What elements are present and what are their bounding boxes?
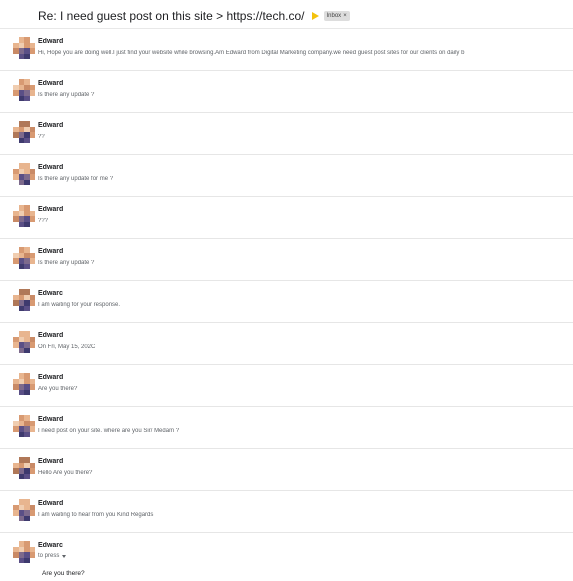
sender-name: Edward bbox=[38, 164, 64, 171]
avatar bbox=[13, 79, 35, 101]
message-snippet: Is there any update ? bbox=[38, 260, 95, 266]
message-snippet: I need post on your site. where are you … bbox=[38, 428, 180, 434]
sender-name: Edward bbox=[38, 458, 64, 465]
avatar bbox=[13, 37, 35, 59]
avatar bbox=[13, 163, 35, 185]
recipient-row: to press bbox=[38, 553, 67, 559]
sender-name: Edwarc bbox=[38, 542, 63, 549]
avatar bbox=[13, 415, 35, 437]
sender-name: Edwarc bbox=[38, 290, 63, 297]
remove-label-icon[interactable]: × bbox=[343, 12, 347, 20]
avatar bbox=[13, 373, 35, 395]
message-snippet: ?? bbox=[38, 134, 45, 140]
collapsed-message[interactable]: Edward Is there any update for me ? bbox=[0, 155, 573, 197]
email-subject: Re: I need guest post on this site > htt… bbox=[38, 9, 305, 23]
avatar bbox=[13, 121, 35, 143]
collapsed-message[interactable]: Edward I am waiting to hear from you Kin… bbox=[0, 491, 573, 533]
avatar bbox=[13, 331, 35, 353]
collapsed-message[interactable]: Edward Hi, Hope you are doing well.I jus… bbox=[0, 28, 573, 71]
email-subject-row: Re: I need guest post on this site > htt… bbox=[38, 8, 350, 24]
sender-name: Edward bbox=[38, 38, 64, 45]
sender-name: Edward bbox=[38, 332, 64, 339]
sender-name: Edward bbox=[38, 374, 64, 381]
collapsed-message[interactable]: Edward ?? bbox=[0, 113, 573, 155]
message-snippet: I am waiting for your response. bbox=[38, 302, 121, 308]
avatar bbox=[13, 499, 35, 521]
message-snippet: On Fri, May 15, 202C bbox=[38, 344, 96, 350]
sender-name: Edward bbox=[38, 206, 64, 213]
message-thread: Edward Hi, Hope you are doing well.I jus… bbox=[0, 28, 573, 581]
sender-name: Edward bbox=[38, 500, 64, 507]
collapsed-message[interactable]: Edward Hello Are you there? bbox=[0, 449, 573, 491]
expanded-message: Edwarc to press Are you there? bbox=[0, 533, 573, 581]
sender-name: Edward bbox=[38, 248, 64, 255]
collapsed-message[interactable]: Edward I need post on your site. where a… bbox=[0, 407, 573, 449]
avatar bbox=[13, 289, 35, 311]
avatar bbox=[13, 541, 35, 563]
sender-name: Edward bbox=[38, 416, 64, 423]
message-body: Are you there? bbox=[42, 570, 85, 577]
important-marker-icon[interactable] bbox=[311, 12, 319, 20]
collapsed-message[interactable]: Edward Is there any update ? bbox=[0, 239, 573, 281]
collapsed-message[interactable]: Edward Are you there? bbox=[0, 365, 573, 407]
message-snippet: Hello Are you there? bbox=[38, 470, 93, 476]
recipient-text: to press bbox=[38, 553, 60, 559]
message-snippet: Is there any update ? bbox=[38, 92, 95, 98]
collapsed-message[interactable]: Edward ??? bbox=[0, 197, 573, 239]
collapsed-message[interactable]: Edward On Fri, May 15, 202C bbox=[0, 323, 573, 365]
sender-name: Edward bbox=[38, 80, 64, 87]
message-snippet: Are you there? bbox=[38, 386, 78, 392]
message-snippet: ??? bbox=[38, 218, 49, 224]
avatar bbox=[13, 457, 35, 479]
inbox-label-text: Inbox bbox=[326, 13, 342, 19]
avatar bbox=[13, 205, 35, 227]
collapsed-message[interactable]: Edward Is there any update ? bbox=[0, 71, 573, 113]
message-snippet: I am waiting to hear from you Kind Regar… bbox=[38, 512, 154, 518]
avatar bbox=[13, 247, 35, 269]
collapsed-message[interactable]: Edwarc I am waiting for your response. bbox=[0, 281, 573, 323]
sender-name: Edward bbox=[38, 122, 64, 129]
show-details-dropdown-icon[interactable] bbox=[62, 554, 67, 558]
message-snippet: Is there any update for me ? bbox=[38, 176, 114, 182]
inbox-label-chip[interactable]: Inbox × bbox=[323, 11, 350, 21]
message-snippet: Hi, Hope you are doing well.I just find … bbox=[38, 50, 465, 56]
